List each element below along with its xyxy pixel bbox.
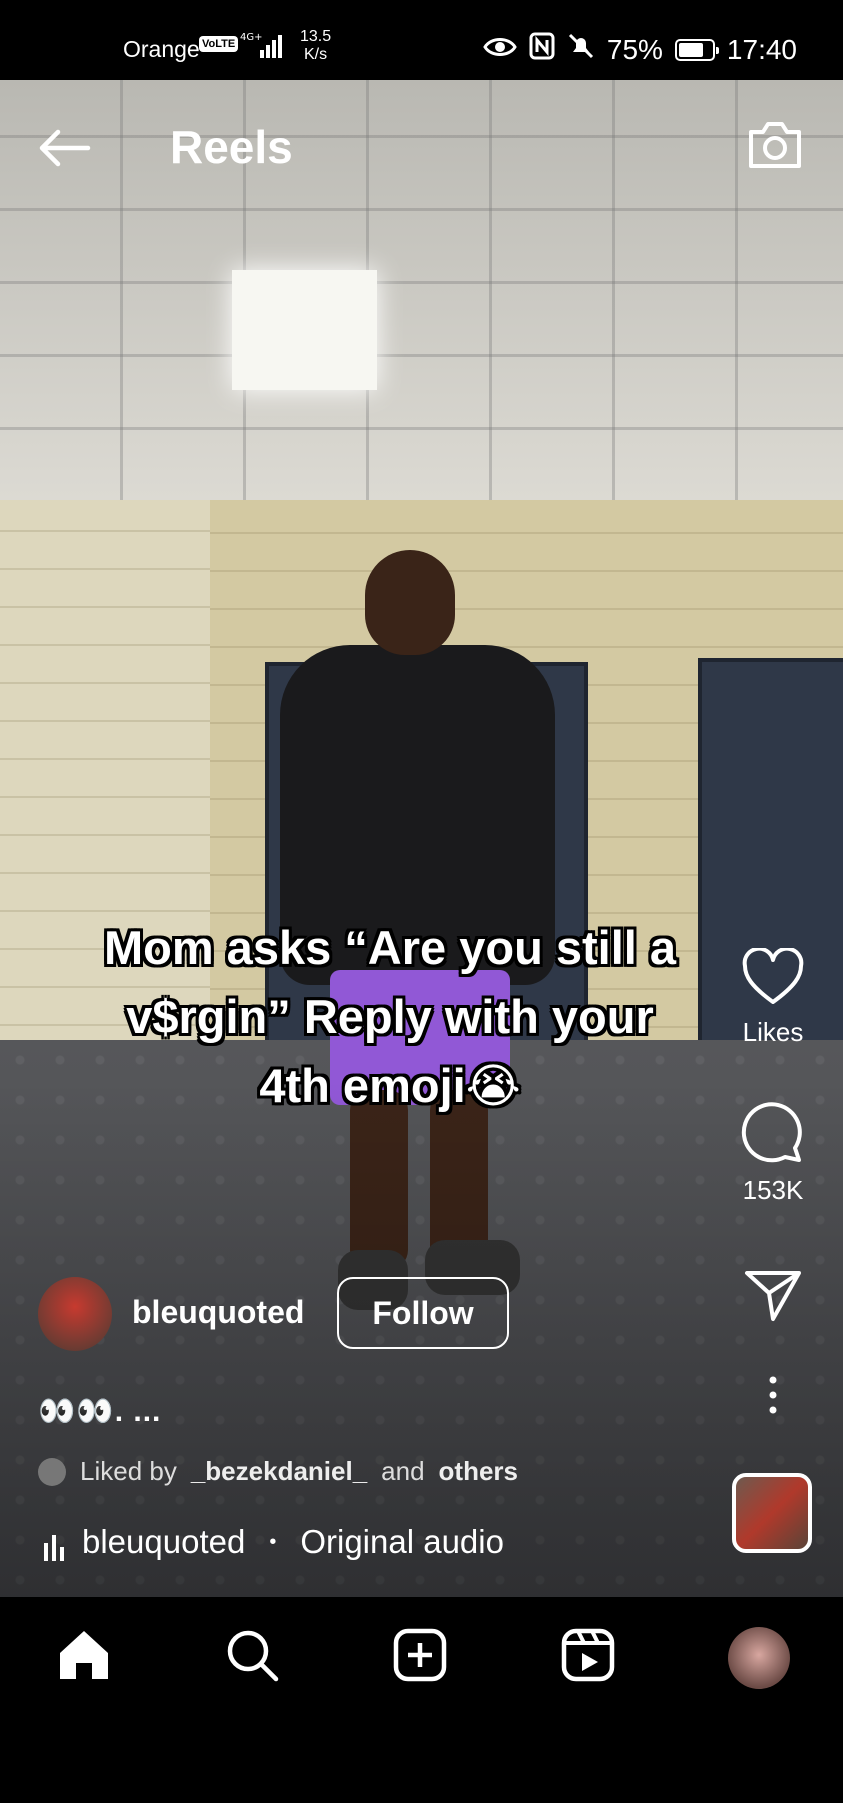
clock: 17:40 xyxy=(726,33,797,65)
nfc-icon xyxy=(529,32,555,67)
volte-badge: VoLTE xyxy=(199,36,239,52)
caption-line: v$rgin” Reply with your xyxy=(126,990,654,1043)
ceiling-light xyxy=(232,270,377,390)
audio-title: Original audio xyxy=(300,1523,504,1560)
status-right: 75% 17:40 xyxy=(483,32,797,67)
battery-fill xyxy=(678,42,703,57)
profile-avatar[interactable] xyxy=(728,1627,790,1689)
likes-label: Likes xyxy=(742,1017,804,1047)
audio-separator: • xyxy=(269,1530,277,1553)
status-bar: Orange VoLTE 4G+ 13.5 K/s 75% 17:40 xyxy=(0,0,843,80)
system-nav-area xyxy=(0,1717,843,1803)
audio-thumbnail[interactable] xyxy=(732,1473,812,1553)
send-icon xyxy=(743,1271,803,1327)
author-avatar[interactable] xyxy=(38,1277,112,1351)
speed-value: 13.5 xyxy=(300,28,332,45)
more-vertical-icon xyxy=(767,1376,779,1419)
reels-icon[interactable] xyxy=(560,1627,620,1687)
caption-line: Mom asks “Are you still a xyxy=(103,921,677,974)
person-head xyxy=(365,550,455,655)
battery-percent: 75% xyxy=(606,33,663,65)
audio-artist: bleuquoted xyxy=(82,1523,246,1560)
network-speed: 13.5 K/s xyxy=(300,28,331,64)
camera-icon[interactable] xyxy=(745,118,805,177)
liked-by-others[interactable]: others xyxy=(439,1456,518,1487)
mute-icon xyxy=(567,32,595,67)
liked-by-avatar xyxy=(38,1457,66,1486)
battery-icon xyxy=(674,38,719,61)
comment-icon xyxy=(741,1102,805,1168)
back-arrow-icon[interactable] xyxy=(36,128,92,173)
signal-icon: 4G+ xyxy=(240,30,286,65)
svg-text:4G+: 4G+ xyxy=(240,32,263,43)
audio-row[interactable]: bleuquoted • Original audio xyxy=(44,1523,504,1561)
more-options-button[interactable] xyxy=(703,1375,843,1420)
carrier-name: Orange xyxy=(123,36,200,62)
reels-header: Reels xyxy=(0,100,843,195)
eye-icon xyxy=(483,34,517,66)
liked-by-prefix: Liked by xyxy=(80,1456,177,1486)
heart-icon xyxy=(741,946,805,1010)
comments-count: 153K xyxy=(742,1175,804,1205)
caption-line: 4th emoji😭 xyxy=(259,1059,521,1112)
bottom-nav xyxy=(0,1597,843,1717)
speed-unit: K/s xyxy=(304,46,328,63)
comment-button[interactable]: 153K xyxy=(703,1102,843,1206)
liked-by-user[interactable]: _bezekdaniel_ xyxy=(191,1456,367,1487)
create-icon[interactable] xyxy=(392,1627,452,1687)
page-title: Reels xyxy=(170,121,293,173)
reel-description[interactable]: 👀👀. ... xyxy=(38,1394,161,1429)
search-icon[interactable] xyxy=(224,1627,284,1687)
reel-video[interactable] xyxy=(0,80,843,1597)
home-icon[interactable] xyxy=(56,1627,116,1687)
author-username[interactable]: bleuquoted xyxy=(132,1294,304,1331)
like-button[interactable]: Likes xyxy=(703,946,843,1048)
follow-button[interactable]: Follow xyxy=(337,1277,509,1349)
liked-by-row[interactable]: Liked by _bezekdaniel_ and others xyxy=(38,1456,518,1487)
share-button[interactable] xyxy=(703,1267,843,1328)
video-caption: Mom asks “Are you still a v$rgin” Reply … xyxy=(40,913,740,1120)
audio-bars-icon xyxy=(44,1523,68,1561)
liked-by-and: and xyxy=(381,1456,425,1486)
